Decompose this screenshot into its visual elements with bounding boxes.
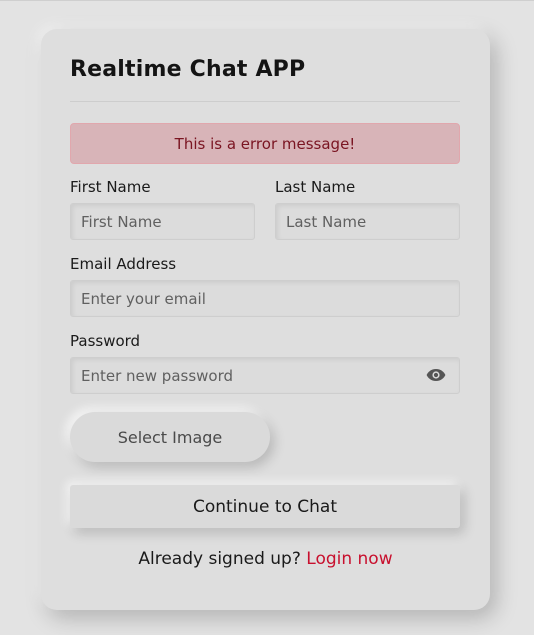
signup-card: Realtime Chat APP This is a error messag… [41, 29, 490, 610]
email-label: Email Address [70, 255, 177, 273]
continue-to-chat-button[interactable]: Continue to Chat [70, 485, 460, 528]
last-name-label: Last Name [275, 178, 356, 196]
login-prompt: Already signed up? Login now [41, 549, 490, 569]
select-image-button[interactable]: Select Image [70, 412, 270, 462]
title-divider [70, 101, 460, 102]
error-message: This is a error message! [70, 123, 460, 164]
login-now-link[interactable]: Login now [306, 549, 392, 569]
password-label: Password [70, 332, 141, 350]
password-input[interactable] [70, 357, 460, 394]
login-prompt-text: Already signed up? [138, 549, 301, 569]
email-input[interactable] [70, 280, 460, 317]
form-title: Realtime Chat APP [70, 57, 306, 82]
first-name-input[interactable] [70, 203, 255, 240]
show-password-toggle[interactable] [424, 367, 448, 385]
last-name-input[interactable] [275, 203, 460, 240]
eye-icon [426, 367, 446, 386]
error-message-text: This is a error message! [174, 134, 356, 153]
first-name-label: First Name [70, 178, 151, 196]
